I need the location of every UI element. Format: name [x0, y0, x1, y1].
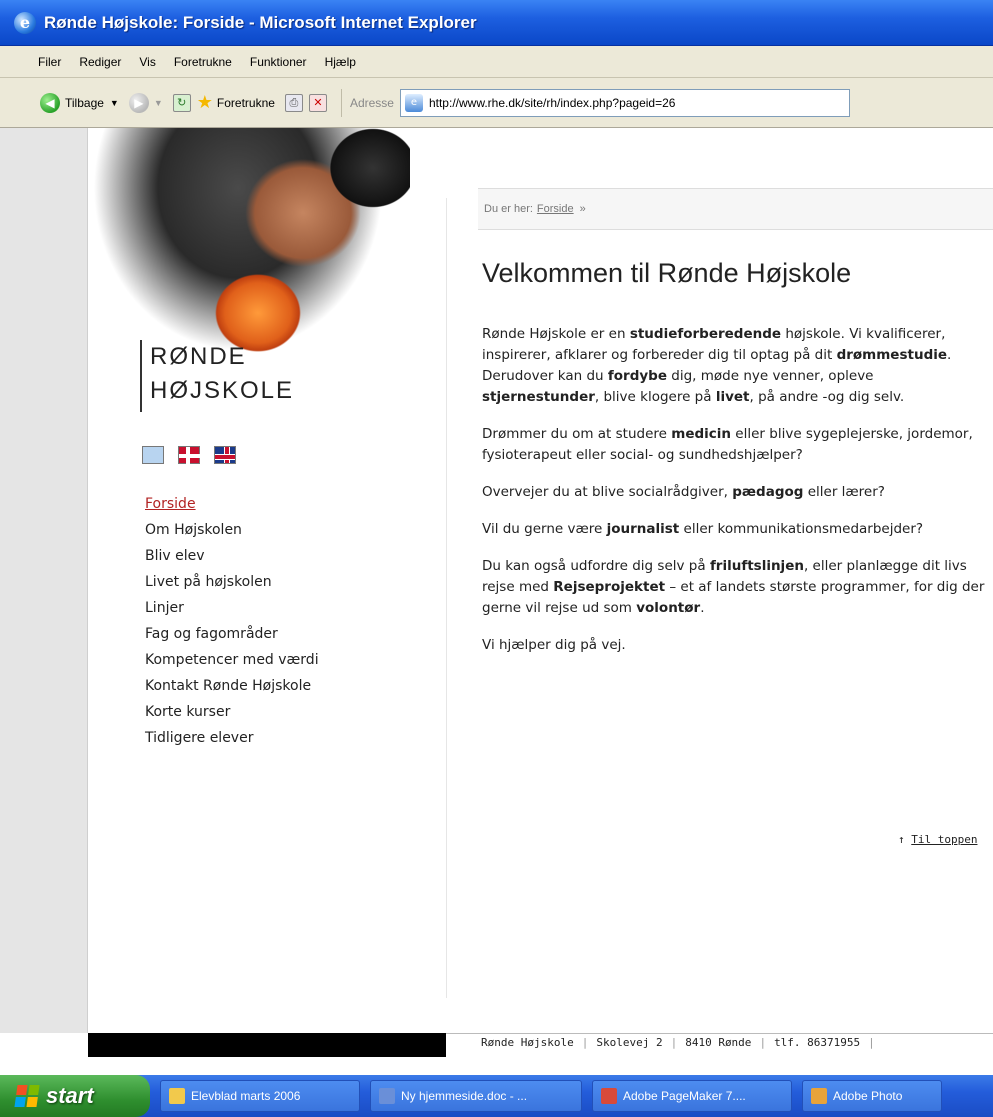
chevron-down-icon[interactable]: ▼	[154, 98, 163, 108]
breadcrumb-prefix: Du er her:	[484, 203, 533, 215]
logo-bar	[140, 340, 142, 412]
page-gutter	[0, 128, 88, 1033]
site-nav: Forside Om Højskolen Bliv elev Livet på …	[145, 491, 319, 751]
menu-funktioner[interactable]: Funktioner	[250, 55, 307, 69]
logo-line-2: HØJSKOLE	[150, 377, 295, 404]
footer-separator: |	[670, 1036, 678, 1049]
taskbar-item-label: Ny hjemmeside.doc - ...	[401, 1089, 528, 1103]
menu-filer[interactable]: Filer	[38, 55, 61, 69]
nav-item-korte-kurser[interactable]: Korte kurser	[145, 699, 319, 725]
forward-arrow-icon: ▶	[128, 92, 149, 113]
column-divider	[446, 198, 447, 998]
medicin-paragraph: Drømmer du om at studere medicin eller b…	[482, 426, 973, 463]
uk-flag-icon[interactable]	[214, 446, 236, 464]
footer-street: Skolevej 2	[596, 1036, 663, 1049]
nav-item-kontakt[interactable]: Kontakt Rønde Højskole	[145, 673, 319, 699]
taskbar-item-word[interactable]: Ny hjemmeside.doc - ...	[370, 1080, 582, 1112]
to-top-label: Til toppen	[911, 833, 978, 846]
favorites-button[interactable]: ★ Foretrukne	[197, 92, 275, 113]
taskbar-item-elevblad[interactable]: Elevblad marts 2006	[160, 1080, 360, 1112]
nav-item-livet[interactable]: Livet på højskolen	[145, 569, 319, 595]
back-arrow-icon: ◀	[40, 92, 60, 113]
chevron-down-icon[interactable]: ▼	[110, 98, 119, 108]
menu-foretrukne[interactable]: Foretrukne	[174, 55, 232, 69]
nav-item-om-hojskolen[interactable]: Om Højskolen	[145, 517, 319, 543]
taskbar-item-label: Adobe Photo	[833, 1089, 903, 1103]
page-title: Velkommen til Rønde Højskole	[482, 258, 852, 288]
breadcrumb-link-forside[interactable]: Forside	[537, 203, 574, 215]
footer-separator: |	[581, 1036, 589, 1049]
page-icon: e	[404, 93, 423, 112]
address-bar[interactable]: e http://www.rhe.dk/site/rh/index.php?pa…	[399, 88, 850, 117]
nav-item-forside[interactable]: Forside	[145, 491, 319, 517]
blank-flag-icon[interactable]	[142, 446, 164, 464]
menu-vis[interactable]: Vis	[139, 55, 155, 69]
footer-contact: Rønde Højskole | Skolevej 2 | 8410 Rønde | tlf…	[481, 1036, 883, 1049]
journalist-paragraph: Vil du gerne være journalist eller kommu…	[482, 521, 924, 537]
intro-paragraph: Rønde Højskole er en studieforberedende …	[482, 326, 952, 405]
friluft-paragraph: Du kan også udfordre dig selv på friluft…	[482, 558, 985, 616]
toolbar-separator	[340, 88, 342, 117]
start-button[interactable]: start	[0, 1075, 150, 1117]
logo-line-1: RØNDE	[150, 343, 247, 370]
footer-school-name: Rønde Højskole	[481, 1036, 574, 1049]
photoshop-icon	[811, 1088, 827, 1104]
browser-viewport: RØNDE HØJSKOLE Forside Om Højskolen Bliv…	[0, 128, 993, 1057]
header-photo	[88, 128, 410, 363]
footer-postcode: 8410 Rønde	[685, 1036, 752, 1049]
refresh-icon[interactable]: ↻	[172, 93, 191, 112]
breadcrumb: Du er her: Forside »	[478, 188, 993, 230]
pagemaker-icon	[601, 1088, 617, 1104]
stop-icon[interactable]: ✕	[308, 93, 327, 112]
taskbar: start Elevblad marts 2006 Ny hjemmeside.…	[0, 1075, 993, 1117]
up-arrow-icon: ↑	[898, 833, 905, 846]
footer-separator: |	[868, 1036, 875, 1049]
nav-item-linjer[interactable]: Linjer	[145, 595, 319, 621]
taskbar-item-label: Adobe PageMaker 7....	[623, 1089, 746, 1103]
closing-paragraph: Vi hjælper dig på vej.	[482, 637, 626, 653]
footer-rule	[446, 1033, 993, 1034]
main-content: Rønde Højskole er en studieforberedende …	[482, 324, 993, 672]
menu-bar: Filer Rediger Vis Foretrukne Funktioner …	[0, 46, 993, 78]
start-label: start	[46, 1083, 94, 1108]
footer-separator: |	[759, 1036, 767, 1049]
window-titlebar: e Rønde Højskole: Forside - Microsoft In…	[0, 0, 993, 46]
menu-hjaelp[interactable]: Hjælp	[325, 55, 356, 69]
danish-flag-icon[interactable]	[178, 446, 201, 465]
nav-item-fag[interactable]: Fag og fagområder	[145, 621, 319, 647]
taskbar-item-label: Elevblad marts 2006	[191, 1089, 301, 1103]
paedagog-paragraph: Overvejer du at blive socialrådgiver, pæ…	[482, 484, 885, 500]
window-title: Rønde Højskole: Forside - Microsoft Inte…	[44, 12, 477, 32]
internet-explorer-icon: e	[14, 11, 36, 34]
to-top-link[interactable]: ↑ Til toppen	[898, 833, 977, 846]
nav-item-tidligere-elever[interactable]: Tidligere elever	[145, 725, 319, 751]
toolbar: ◀ Tilbage ▼ ▶ ▼ ↻ ★ Foretrukne ⎙ ✕ Adres…	[0, 78, 993, 128]
address-label: Adresse	[349, 95, 394, 110]
language-flags	[142, 446, 236, 465]
address-url[interactable]: http://www.rhe.dk/site/rh/index.php?page…	[429, 96, 676, 110]
footer-black-bar	[88, 1033, 446, 1057]
word-icon	[379, 1088, 395, 1104]
forward-button[interactable]: ▶ ▼	[128, 92, 163, 113]
star-icon: ★	[196, 92, 213, 112]
taskbar-item-photoshop[interactable]: Adobe Photo	[802, 1080, 942, 1112]
windows-logo-icon	[14, 1085, 40, 1107]
back-label: Tilbage	[65, 95, 104, 110]
print-icon[interactable]: ⎙	[284, 93, 303, 112]
nav-item-kompetencer[interactable]: Kompetencer med værdi	[145, 647, 319, 673]
nav-item-bliv-elev[interactable]: Bliv elev	[145, 543, 319, 569]
footer-phone: tlf. 86371955	[774, 1036, 861, 1049]
breadcrumb-separator: »	[579, 203, 586, 215]
taskbar-item-pagemaker[interactable]: Adobe PageMaker 7....	[592, 1080, 792, 1112]
back-button[interactable]: ◀ Tilbage ▼	[40, 92, 119, 113]
site-logo[interactable]: RØNDE HØJSKOLE	[150, 340, 294, 408]
favorites-label: Foretrukne	[216, 95, 275, 110]
menu-rediger[interactable]: Rediger	[79, 55, 121, 69]
folder-icon	[169, 1088, 185, 1104]
